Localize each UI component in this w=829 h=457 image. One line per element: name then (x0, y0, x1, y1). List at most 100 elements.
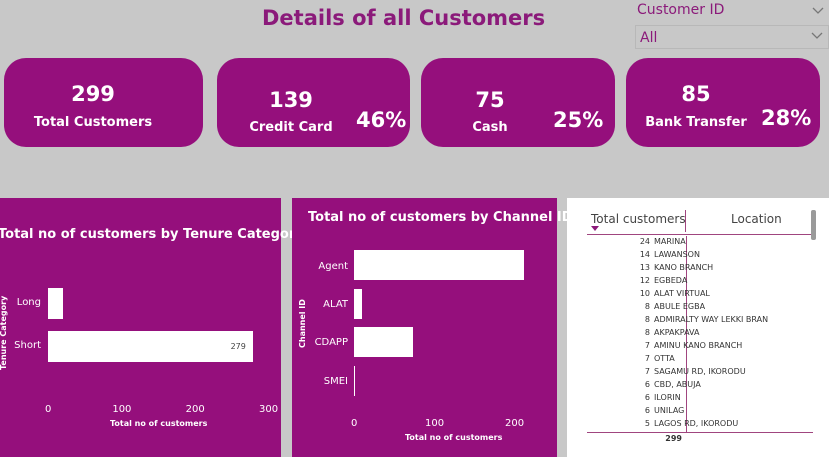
kpi-card-bank-transfer: 85 Bank Transfer 28% (626, 58, 820, 147)
location-table[interactable]: Total customers Location 24 MARINA 14 LAWAN… (567, 198, 829, 457)
kpi-card-credit-card: 139 Credit Card 46% (217, 58, 410, 147)
bar-agent[interactable] (354, 250, 525, 280)
table-row[interactable]: 8 ABULE EGBA (567, 301, 829, 314)
cell-location: AMINU KANO BRANCH (654, 341, 743, 350)
cell-total-customers: 12 (639, 276, 650, 285)
kpi-label: Credit Card (249, 120, 333, 135)
cell-total-customers: 13 (639, 263, 650, 272)
bar-smei[interactable] (354, 366, 355, 396)
channel-chart-panel[interactable]: Total no of customers by Channel ID Chan… (292, 198, 573, 457)
chevron-down-icon[interactable] (811, 2, 825, 18)
cell-total-customers: 8 (644, 302, 650, 311)
cell-total-customers: 8 (644, 315, 650, 324)
table-row[interactable]: 5 LAGOS RD, IKORODU (567, 418, 829, 431)
cell-location: ADMIRALTY WAY LEKKI BRAN (654, 315, 769, 324)
cell-location: EGBEDA (654, 276, 688, 285)
column-header-location[interactable]: Location (731, 212, 782, 226)
table-row[interactable]: 7 AMINU KANO BRANCH (567, 340, 829, 353)
total-divider (587, 432, 813, 433)
cell-location: OTTA (654, 354, 675, 363)
cell-total-customers: 6 (644, 380, 650, 389)
category-label: ALAT (323, 299, 348, 310)
cell-total-customers: 7 (644, 341, 650, 350)
kpi-percent: 28% (761, 106, 812, 130)
table-row[interactable]: 12 EGBEDA (567, 275, 829, 288)
column-header-total-customers[interactable]: Total customers (591, 212, 686, 226)
bar-cdapp[interactable] (354, 327, 414, 357)
x-axis-title: Total no of customers (405, 433, 503, 442)
table-row[interactable]: 6 CBD, ABUJA (567, 379, 829, 392)
kpi-percent: 46% (356, 108, 407, 132)
cell-location: ALAT VIRTUAL (654, 289, 710, 298)
bar-long[interactable] (48, 288, 63, 319)
cell-location: LAGOS RD, IKORODU (654, 419, 739, 428)
kpi-value: 299 (71, 82, 115, 106)
x-axis-title: Total no of customers (110, 419, 208, 428)
kpi-label: Cash (472, 120, 508, 135)
data-label: 279 (230, 342, 246, 351)
table-scrollbar[interactable] (811, 210, 816, 240)
cell-location: SAGAMU RD, IKORODU (654, 367, 746, 376)
cell-location: KANO BRANCH (654, 263, 714, 272)
kpi-card-cash: 75 Cash 25% (421, 58, 615, 147)
x-tick-label: 0 (45, 404, 52, 415)
page-title: Details of all Customers (262, 6, 546, 30)
cell-location: CBD, ABUJA (654, 380, 701, 389)
table-row[interactable]: 14 LAWANSON (567, 249, 829, 262)
category-label: Short (14, 340, 41, 351)
slicer-label: Customer ID (637, 2, 725, 18)
x-tick-label: 200 (185, 404, 205, 415)
table-row[interactable]: 6 UNILAG (567, 405, 829, 418)
table-row[interactable]: 8 ADMIRALTY WAY LEKKI BRAN (567, 314, 829, 327)
x-tick-label: 0 (351, 418, 358, 429)
cell-total-customers: 10 (639, 289, 650, 298)
bar-alat[interactable] (354, 289, 362, 319)
cell-location: MARINA (654, 237, 686, 246)
cell-total-customers: 7 (644, 367, 650, 376)
kpi-value: 75 (475, 88, 505, 112)
header-divider (587, 234, 813, 235)
table-row[interactable]: 13 KANO BRANCH (567, 262, 829, 275)
table-row[interactable]: 24 MARINA (567, 236, 829, 249)
kpi-label: Bank Transfer (645, 115, 747, 130)
cell-total-customers: 6 (644, 406, 650, 415)
kpi-percent: 25% (553, 108, 604, 132)
cell-total-customers: 24 (639, 237, 650, 246)
category-label: SMEI (323, 376, 348, 387)
column-divider (685, 210, 686, 232)
chart-title: Total no of customers by Channel ID (308, 210, 573, 225)
table-row[interactable]: 7 OTTA (567, 353, 829, 366)
cell-location: ABULE EGBA (654, 302, 706, 311)
x-tick-label: 100 (112, 404, 132, 415)
cell-total-customers: 14 (639, 250, 650, 259)
bar-short[interactable] (48, 331, 253, 362)
kpi-card-total-customers: 299 Total Customers (4, 58, 203, 147)
tenure-chart-panel[interactable]: Total no of customers by Tenure Category… (0, 198, 304, 457)
kpi-label: Total Customers (33, 115, 153, 130)
cell-location: ILORIN (654, 393, 681, 402)
dropdown-selected-value: All (640, 30, 658, 46)
table-row[interactable]: 8 AKPAKPAVA (567, 327, 829, 340)
table-row[interactable]: 7 SAGAMU RD, IKORODU (567, 366, 829, 379)
cell-total-customers: 5 (644, 419, 650, 428)
cell-location: UNILAG (654, 406, 685, 415)
cell-total-customers: 6 (644, 393, 650, 402)
cell-total-customers: 7 (644, 354, 650, 363)
table-total: 299 (665, 434, 682, 443)
table-row[interactable]: 10 ALAT VIRTUAL (567, 288, 829, 301)
table-row[interactable]: 6 ILORIN (567, 392, 829, 405)
category-label: Long (16, 297, 41, 308)
kpi-value: 85 (681, 82, 711, 106)
x-tick-label: 100 (425, 418, 445, 429)
kpi-value: 139 (269, 88, 313, 112)
chart-title: Total no of customers by Tenure Category (0, 227, 304, 242)
chevron-down-icon[interactable] (810, 28, 824, 44)
category-label: CDAPP (314, 337, 348, 348)
sort-descending-icon[interactable] (591, 226, 599, 232)
category-label: Agent (318, 261, 348, 272)
cell-total-customers: 8 (644, 328, 650, 337)
customer-id-dropdown[interactable]: All (635, 25, 829, 49)
x-tick-label: 200 (505, 418, 525, 429)
cell-location: AKPAKPAVA (654, 328, 700, 337)
x-tick-label: 300 (259, 404, 279, 415)
